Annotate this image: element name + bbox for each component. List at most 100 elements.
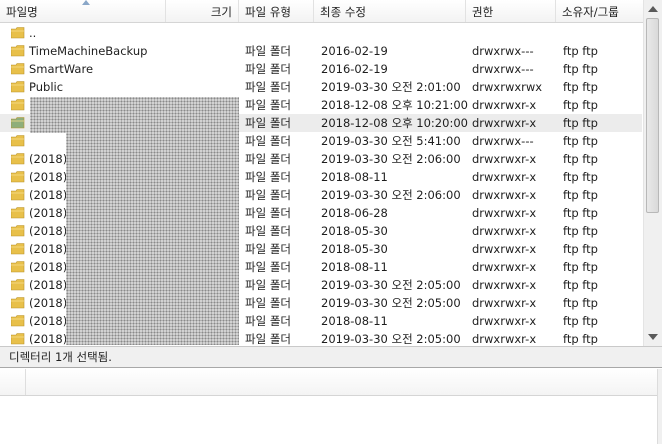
- transfer-queue-panel: [0, 369, 662, 444]
- cell-owner: ftp ftp: [563, 116, 598, 130]
- cell-name: ..: [29, 26, 37, 40]
- cell-modified: 2019-03-30 오전 2:05:00: [321, 278, 461, 292]
- cell-type: 파일 폴더: [245, 80, 291, 94]
- cell-owner: ftp ftp: [563, 152, 598, 166]
- file-list-header: 파일명 크기 파일 유형 최종 수정 권한 소유자/그룹: [0, 0, 644, 23]
- cell-permissions: drwxrwxr-x: [472, 206, 537, 220]
- cell-name: (2018): [29, 296, 68, 310]
- folder-icon: [11, 243, 25, 255]
- cell-modified: 2018-12-08 오후 10:20:00: [321, 116, 468, 130]
- cell-type: 파일 폴더: [245, 314, 291, 328]
- folder-icon: [11, 63, 25, 75]
- column-header-owner[interactable]: 소유자/그룹: [556, 0, 643, 22]
- table-row[interactable]: ..: [0, 24, 642, 42]
- scroll-up-arrow-icon[interactable]: [648, 6, 658, 12]
- cell-modified: 2018-05-30: [321, 224, 388, 238]
- folder-icon: [11, 261, 25, 273]
- cell-permissions: drwxrwx---: [472, 62, 534, 76]
- cell-permissions: drwxrwxr-x: [472, 314, 537, 328]
- cell-permissions: drwxrwxr-x: [472, 188, 537, 202]
- cell-name: TimeMachineBackup: [29, 44, 148, 58]
- cell-permissions: drwxrwxr-x: [472, 278, 537, 292]
- folder-icon: [11, 207, 25, 219]
- cell-type: 파일 폴더: [245, 98, 291, 112]
- cell-modified: 2018-06-28: [321, 206, 388, 220]
- cell-permissions: drwxrwxr-x: [472, 224, 537, 238]
- cell-modified: 2019-03-30 오전 2:05:00: [321, 332, 461, 345]
- folder-icon: [11, 171, 25, 183]
- cell-owner: ftp ftp: [563, 296, 598, 310]
- cell-owner: ftp ftp: [563, 260, 598, 274]
- folder-icon: [11, 333, 25, 345]
- status-text: 디렉터리 1개 선택됨.: [9, 350, 112, 364]
- cell-owner: ftp ftp: [563, 314, 598, 328]
- cell-owner: ftp ftp: [563, 170, 598, 184]
- column-header-permissions[interactable]: 권한: [466, 0, 556, 22]
- cell-modified: 2019-03-30 오전 2:06:00: [321, 188, 461, 202]
- vertical-scrollbar[interactable]: [643, 0, 662, 346]
- column-header-type[interactable]: 파일 유형: [239, 0, 314, 22]
- folder-icon: [11, 315, 25, 327]
- table-row[interactable]: Public 파일 폴더 2019-03-30 오전 2:01:00 drwxrwxr…: [0, 78, 642, 96]
- cell-type: 파일 폴더: [245, 170, 291, 184]
- column-header-modified-label: 최종 수정: [320, 5, 366, 19]
- cell-modified: 2019-03-30 오전 2:06:00: [321, 152, 461, 166]
- cell-permissions: drwxrwxr-x: [472, 260, 537, 274]
- cell-name: (2018): [29, 152, 68, 166]
- cell-type: 파일 폴더: [245, 134, 291, 148]
- cell-type: 파일 폴더: [245, 44, 291, 58]
- cell-type: 파일 폴더: [245, 296, 291, 310]
- cell-type: 파일 폴더: [245, 206, 291, 220]
- transfer-queue-header: [0, 369, 662, 396]
- sort-arrow-icon: [82, 0, 90, 5]
- table-row[interactable]: SmartWare 파일 폴더 2016-02-19 drwxrwx--- ftp ft…: [0, 60, 642, 78]
- cell-owner: ftp ftp: [563, 332, 598, 345]
- cell-type: 파일 폴더: [245, 188, 291, 202]
- column-header-name-label: 파일명: [6, 5, 38, 19]
- cell-type: 파일 폴더: [245, 62, 291, 76]
- cell-permissions: drwxrwxr-x: [472, 170, 537, 184]
- folder-icon: [11, 135, 25, 147]
- cell-permissions: drwxrwx---: [472, 134, 534, 148]
- scroll-thumb[interactable]: [646, 18, 659, 213]
- folder-icon: [11, 279, 25, 291]
- cell-permissions: drwxrwxr-x: [472, 242, 537, 256]
- transfer-queue-column-divider[interactable]: [25, 369, 26, 395]
- cell-modified: 2016-02-19: [321, 44, 388, 58]
- cell-name: Public: [29, 80, 64, 94]
- folder-icon: [11, 27, 25, 39]
- cell-modified: 2019-03-30 오전 2:05:00: [321, 296, 461, 310]
- column-header-type-label: 파일 유형: [245, 5, 291, 19]
- cell-permissions: drwxrwxrwx: [472, 80, 543, 94]
- folder-icon: [11, 153, 25, 165]
- cell-name: (2018): [29, 188, 68, 202]
- transfer-queue-scroll-edge: [657, 369, 662, 444]
- column-header-size[interactable]: 크기: [166, 0, 239, 22]
- status-bar: 디렉터리 1개 선택됨.: [0, 346, 662, 368]
- scroll-down-arrow-icon[interactable]: [648, 334, 658, 340]
- cell-name: (2018): [29, 224, 68, 238]
- cell-owner: ftp ftp: [563, 242, 598, 256]
- cell-modified: 2018-12-08 오후 10:21:00: [321, 98, 468, 112]
- cell-type: 파일 폴더: [245, 278, 291, 292]
- cell-type: 파일 폴더: [245, 332, 291, 345]
- cell-name: (2018): [29, 278, 68, 292]
- cell-name: (2018): [29, 314, 68, 328]
- cell-permissions: drwxrwxr-x: [472, 296, 537, 310]
- cell-name: (2018): [29, 170, 68, 184]
- cell-owner: ftp ftp: [563, 44, 598, 58]
- cell-type: 파일 폴더: [245, 260, 291, 274]
- column-header-modified[interactable]: 최종 수정: [314, 0, 466, 22]
- column-header-size-label: 크기: [210, 5, 232, 19]
- folder-icon: [11, 99, 25, 111]
- redacted-area: [66, 97, 239, 345]
- folder-icon: [11, 117, 25, 129]
- cell-permissions: drwxrwxr-x: [472, 332, 537, 345]
- table-row[interactable]: TimeMachineBackup 파일 폴더 2016-02-19 drwxrwx-…: [0, 42, 642, 60]
- folder-icon: [11, 297, 25, 309]
- cell-modified: 2016-02-19: [321, 62, 388, 76]
- cell-owner: ftp ftp: [563, 80, 598, 94]
- cell-modified: 2018-08-11: [321, 170, 388, 184]
- column-header-permissions-label: 권한: [472, 5, 494, 19]
- cell-name: (2018): [29, 260, 68, 274]
